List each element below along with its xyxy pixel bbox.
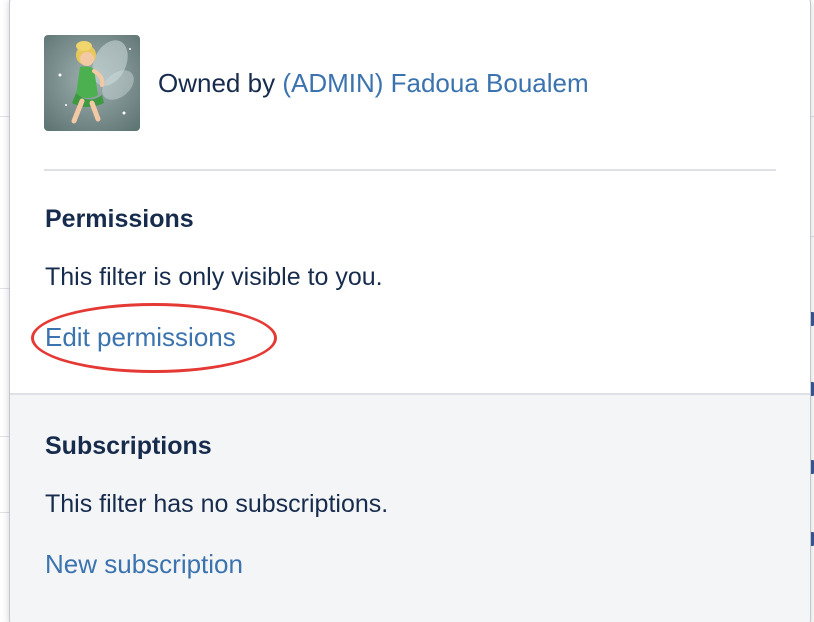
owner-name-link[interactable]: (ADMIN) Fadoua Boualem — [282, 68, 588, 98]
subscriptions-title: Subscriptions — [45, 432, 212, 460]
permissions-description: This filter is only visible to you. — [45, 263, 383, 291]
new-subscription-link[interactable]: New subscription — [45, 549, 243, 580]
subscriptions-section: Subscriptions This filter has no subscri… — [10, 393, 810, 622]
owner-prefix: Owned by — [158, 67, 276, 98]
screen: Owned by (ADMIN) Fadoua Boualem Permissi… — [0, 0, 814, 622]
owner-text: Owned by (ADMIN) Fadoua Boualem — [158, 68, 589, 99]
permissions-title: Permissions — [45, 205, 194, 233]
avatar — [44, 35, 140, 131]
section-divider — [44, 169, 776, 171]
owner-row: Owned by (ADMIN) Fadoua Boualem — [44, 35, 589, 131]
subscriptions-description: This filter has no subscriptions. — [45, 490, 389, 518]
fairy-avatar-icon — [44, 35, 140, 131]
filter-details-popup: Owned by (ADMIN) Fadoua Boualem Permissi… — [9, 0, 811, 622]
edit-permissions-link[interactable]: Edit permissions — [45, 322, 236, 353]
